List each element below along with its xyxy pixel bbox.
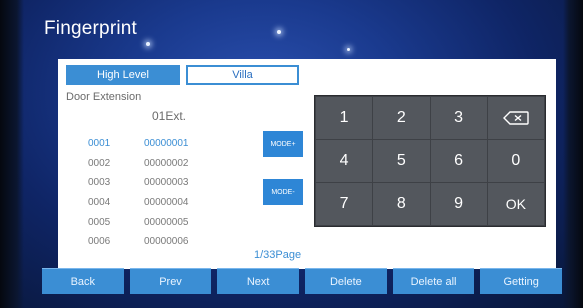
row-code: 00000003 — [144, 177, 189, 189]
key-2[interactable]: 2 — [373, 97, 430, 139]
screen: Fingerprint High Level Villa Door Extens… — [0, 0, 583, 308]
list-item[interactable]: 0005 00000005 — [72, 212, 252, 232]
row-index: 0003 — [88, 177, 111, 189]
mode-plus-button[interactable]: MODE+ — [263, 131, 303, 157]
delete-all-button[interactable]: Delete all — [392, 268, 475, 294]
key-6[interactable]: 6 — [430, 140, 487, 182]
prev-button[interactable]: Prev — [129, 268, 212, 294]
row-index: 0004 — [88, 197, 111, 209]
row-index: 0006 — [88, 236, 111, 248]
sparkle-decoration — [146, 42, 150, 46]
frame-right — [563, 0, 583, 308]
row-code: 00000002 — [144, 157, 189, 169]
sparkle-decoration — [277, 30, 281, 34]
row-code: 00000001 — [144, 138, 189, 150]
key-8[interactable]: 8 — [373, 183, 430, 225]
row-index: 0001 — [88, 138, 111, 150]
key-7[interactable]: 7 — [316, 183, 373, 225]
section-label: Door Extension — [66, 91, 142, 103]
row-code: 00000005 — [144, 216, 189, 228]
back-button[interactable]: Back — [42, 268, 124, 294]
sparkle-decoration — [347, 48, 350, 51]
row-index: 0002 — [88, 157, 111, 169]
backspace-icon — [502, 111, 529, 125]
key-ok[interactable]: OK — [487, 183, 544, 225]
list-item[interactable]: 0002 00000002 — [72, 154, 252, 174]
extension-list: 0001 00000001 0002 00000002 0003 0000000… — [72, 134, 252, 252]
key-1[interactable]: 1 — [316, 97, 373, 139]
key-3[interactable]: 3 — [430, 97, 487, 139]
mode-minus-button[interactable]: MODE- — [263, 179, 303, 205]
list-item[interactable]: 0004 00000004 — [72, 193, 252, 213]
key-0[interactable]: 0 — [487, 140, 544, 182]
getting-button[interactable]: Getting — [480, 268, 563, 294]
keypad: 1 2 3 4 5 6 0 7 8 9 OK — [314, 95, 546, 227]
key-5[interactable]: 5 — [373, 140, 430, 182]
list-item[interactable]: 0006 00000006 — [72, 232, 252, 252]
row-code: 00000004 — [144, 197, 189, 209]
next-button[interactable]: Next — [217, 268, 300, 294]
tab-high-level[interactable]: High Level — [66, 65, 180, 85]
row-code: 00000006 — [144, 236, 189, 248]
extension-label: 01Ext. — [152, 109, 187, 123]
key-4[interactable]: 4 — [316, 140, 373, 182]
list-item[interactable]: 0003 00000003 — [72, 173, 252, 193]
key-9[interactable]: 9 — [430, 183, 487, 225]
tab-villa[interactable]: Villa — [186, 65, 299, 85]
page-title: Fingerprint — [44, 18, 138, 39]
list-item[interactable]: 0001 00000001 — [72, 134, 252, 154]
row-index: 0005 — [88, 216, 111, 228]
delete-button[interactable]: Delete — [305, 268, 387, 294]
bottom-toolbar: Back Prev Next Delete Delete all Getting — [42, 268, 563, 294]
page-indicator: 1/33Page — [254, 249, 302, 261]
key-backspace[interactable] — [487, 97, 544, 139]
frame-left — [0, 0, 24, 308]
